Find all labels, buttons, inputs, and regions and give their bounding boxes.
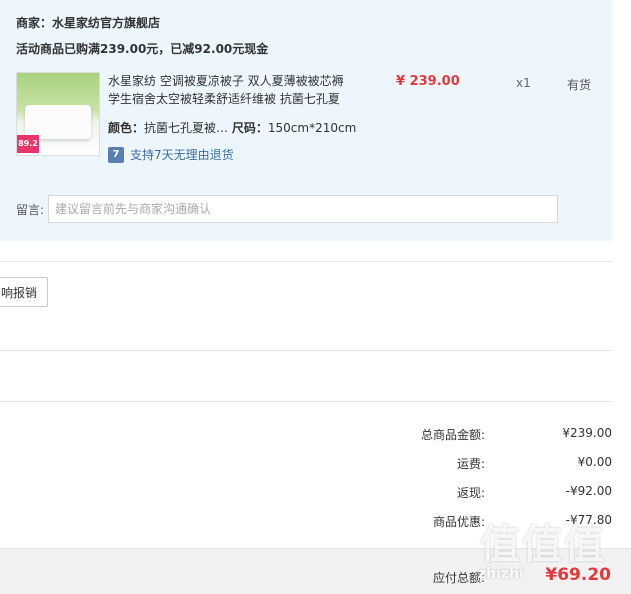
item-price: ¥ 239.00	[396, 74, 460, 89]
summary-value: -¥77.80	[565, 513, 612, 527]
summary-row-cashback: 返现: -¥92.00	[0, 484, 612, 504]
refund-7day-icon: 7	[108, 146, 124, 163]
size-label: 尺码：	[231, 121, 268, 135]
total-label: 应付总额:	[432, 571, 485, 585]
color-value: 抗菌七孔夏被…	[144, 121, 229, 135]
summary-label: 总商品金额:	[420, 428, 485, 442]
summary-label: 运费:	[456, 457, 485, 471]
summary-row-goods: 总商品金额: ¥239.00	[0, 426, 612, 446]
size-value: 150cm*210cm	[267, 121, 357, 135]
merchant-name[interactable]: 商家：水星家纺官方旗舰店	[16, 14, 160, 31]
summary-value: ¥239.00	[562, 426, 612, 440]
summary-label: 返现:	[456, 486, 485, 500]
product-spec: 颜色：抗菌七孔夏被… 尺码：150cm*210cm	[108, 119, 356, 136]
thumb-badge: 89.2	[17, 135, 39, 153]
product-title[interactable]: 水星家纺 空调被夏凉被子 双人夏薄被被芯褥学生宿舍太空被轻柔舒适纤维被 抗菌七孔…	[108, 72, 348, 108]
summary-value: ¥0.00	[577, 455, 612, 469]
store-order-panel: 商家：水星家纺官方旗舰店 活动商品已购满239.00元，已减92.00元现金 8…	[0, 0, 612, 241]
divider	[0, 261, 612, 262]
divider	[0, 401, 612, 402]
refund-policy-link[interactable]: 7 支持7天无理由退货	[108, 146, 234, 163]
divider	[0, 350, 612, 351]
claim-button[interactable]: 响报销	[0, 277, 49, 307]
refund-text: 支持7天无理由退货	[130, 148, 234, 162]
stock-status: 有货	[567, 78, 592, 92]
message-label: 留言:	[16, 203, 45, 217]
summary-value: -¥92.00	[565, 484, 612, 498]
message-input[interactable]	[48, 195, 558, 223]
product-thumbnail[interactable]: 89.2	[16, 72, 100, 156]
total-bar: 应付总额: ¥69.20	[0, 548, 631, 594]
item-quantity: x1	[516, 76, 531, 90]
promo-text: 活动商品已购满239.00元，已减92.00元现金	[16, 42, 269, 56]
summary-row-shipping: 运费: ¥0.00	[0, 455, 612, 475]
quilt-image	[25, 105, 91, 139]
summary-label: 商品优惠:	[432, 515, 485, 529]
color-label: 颜色：	[108, 121, 145, 135]
summary-row-discount: 商品优惠: -¥77.80	[0, 513, 612, 533]
total-value: ¥69.20	[545, 565, 611, 585]
